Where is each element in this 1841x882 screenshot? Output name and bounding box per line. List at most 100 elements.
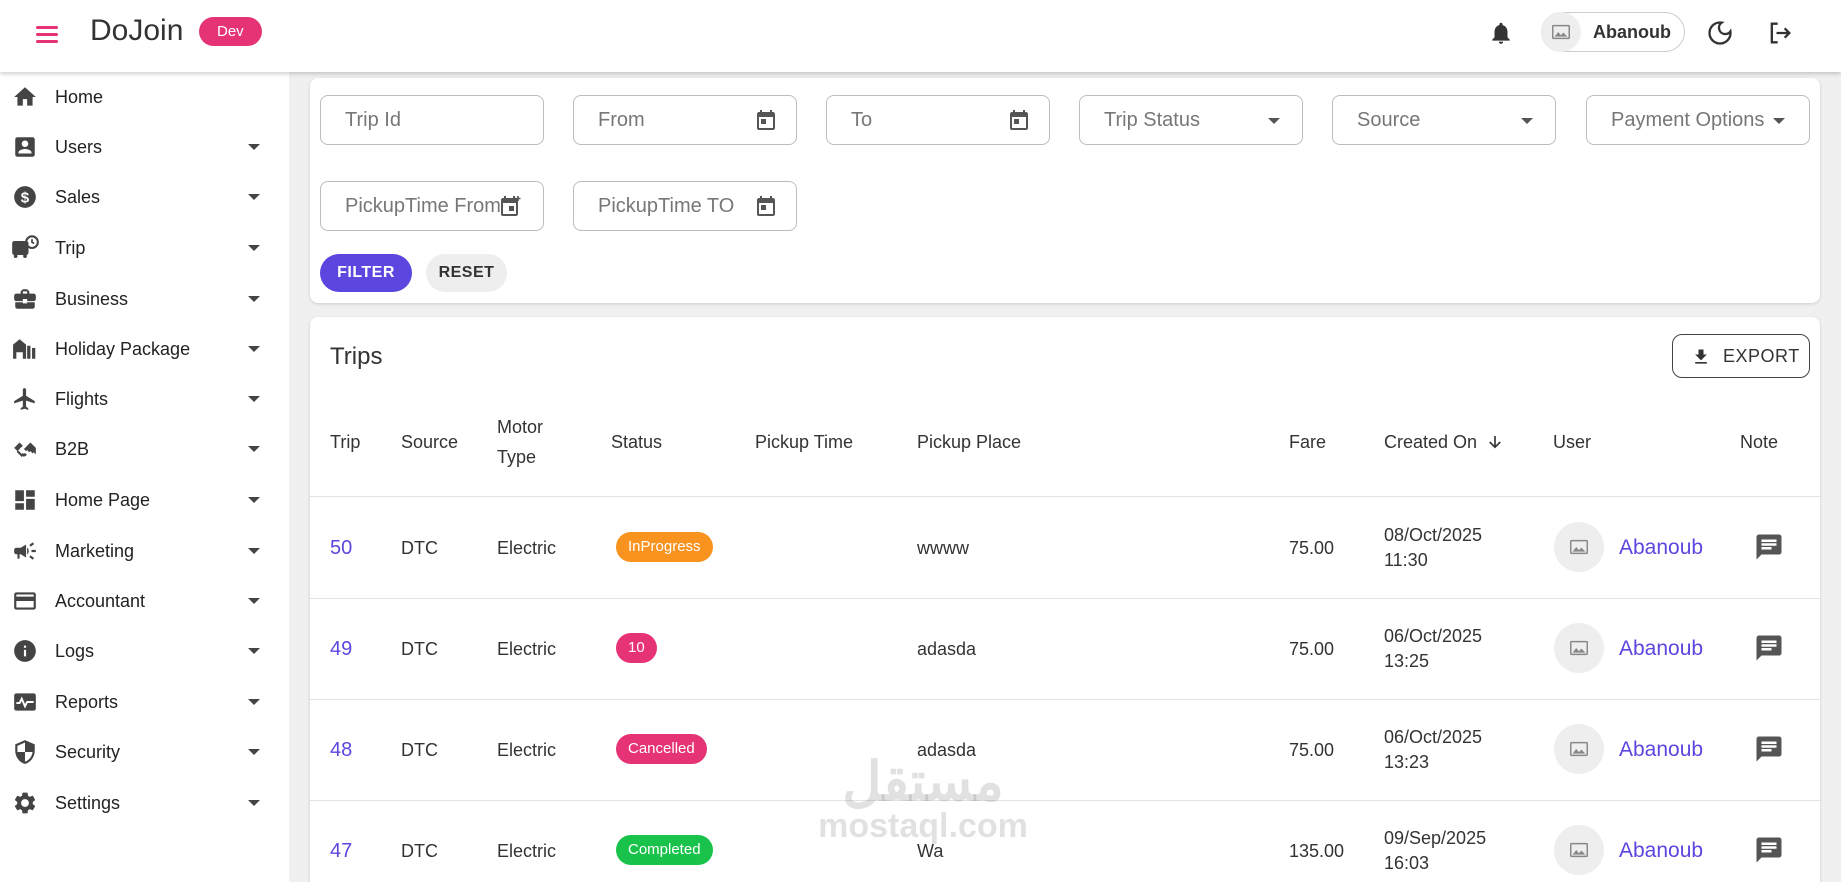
created-date: 08/Oct/2025 <box>1384 525 1483 545</box>
sidebar-item-settings[interactable]: Settings <box>0 781 289 825</box>
trip-id-link[interactable]: 47 <box>330 840 352 863</box>
divider <box>310 598 1820 599</box>
filter-panel: Trip Id From To Trip Status Source Payme… <box>310 78 1820 303</box>
avatar <box>1541 12 1581 52</box>
fare-cell: 75.00 <box>1289 639 1335 659</box>
sidebar-item-logs[interactable]: Logs <box>0 629 289 673</box>
wallet-icon <box>14 592 36 610</box>
bell-icon[interactable] <box>1488 18 1514 48</box>
motor-cell: Electric <box>497 639 557 659</box>
sidebar-item-security[interactable]: Security <box>0 730 289 774</box>
reset-button[interactable]: RESET <box>426 254 507 292</box>
sidebar-item-label: Business <box>55 288 129 309</box>
sidebar-item-marketing[interactable]: Marketing <box>0 529 289 573</box>
col-motor-type-line1: Motor <box>497 417 544 437</box>
pickup-time-to-input[interactable]: PickupTime TO <box>573 181 797 231</box>
to-date-input[interactable]: To <box>826 95 1050 145</box>
avatar <box>1554 825 1604 875</box>
chevron-down-icon <box>1268 118 1280 124</box>
pickup-place-cell: Wa <box>917 841 944 861</box>
moon-icon[interactable] <box>1706 19 1734 47</box>
user-card-icon <box>15 137 35 157</box>
source-cell: DTC <box>401 740 438 760</box>
pickup-time-from-input[interactable]: PickupTime From <box>320 181 544 231</box>
source-cell: DTC <box>401 538 438 558</box>
divider <box>310 800 1820 801</box>
col-source: Source <box>401 432 459 452</box>
trip-id-link[interactable]: 49 <box>330 638 352 661</box>
sidebar-item-business[interactable]: Business <box>0 277 289 321</box>
user-chip[interactable]: Abanoub <box>1541 12 1685 52</box>
calendar-icon[interactable] <box>754 195 778 219</box>
payment-options-placeholder: Payment Options <box>1611 108 1765 131</box>
col-fare: Fare <box>1289 432 1327 452</box>
download-icon <box>1695 349 1707 364</box>
to-placeholder: To <box>851 108 873 131</box>
created-date: 09/Sep/2025 <box>1384 828 1487 848</box>
trip-id-link[interactable]: 50 <box>330 537 352 560</box>
note-icon[interactable] <box>1754 532 1784 562</box>
chevron-down-icon <box>248 245 260 251</box>
chevron-down-icon <box>248 446 260 452</box>
fare-cell: 135.00 <box>1289 841 1345 861</box>
home-icon <box>14 87 36 106</box>
chevron-down-icon <box>248 194 260 200</box>
chevron-down-icon <box>248 396 260 402</box>
export-label: EXPORT <box>1723 345 1800 366</box>
sidebar-item-label: Marketing <box>55 540 135 561</box>
trip-id-input[interactable]: Trip Id <box>320 95 544 145</box>
fare-cell: 75.00 <box>1289 538 1335 558</box>
info-icon <box>14 640 36 662</box>
trip-status-select[interactable]: Trip Status <box>1079 95 1303 145</box>
trip-id-link[interactable]: 48 <box>330 739 352 762</box>
divider <box>310 496 1820 497</box>
user-link[interactable]: Abanoub <box>1619 839 1703 863</box>
filter-button[interactable]: FILTER <box>320 254 412 292</box>
sidebar-item-label: Flights <box>55 388 109 409</box>
from-placeholder: From <box>598 108 645 131</box>
handshake-icon <box>14 442 36 458</box>
bus-clock-icon <box>12 235 39 259</box>
export-button[interactable]: EXPORT <box>1672 334 1810 378</box>
buildings-icon <box>13 339 36 359</box>
calendar-icon[interactable] <box>754 109 778 133</box>
note-icon[interactable] <box>1754 734 1784 764</box>
image-icon <box>1570 640 1588 656</box>
sidebar-item-users[interactable]: Users <box>0 125 289 169</box>
sidebar-item-trip[interactable]: Trip <box>0 226 289 270</box>
sidebar-item-label: B2B <box>55 438 90 459</box>
col-created-on[interactable]: Created On <box>1384 427 1504 457</box>
menu-icon[interactable] <box>36 20 64 48</box>
sidebar-item-sales[interactable]: $ Sales <box>0 175 289 219</box>
sidebar: Home Users $ Sales Trip Business Holiday… <box>0 72 289 882</box>
from-date-input[interactable]: From <box>573 95 797 145</box>
sidebar-item-home[interactable]: Home <box>0 75 289 119</box>
briefcase-icon <box>14 289 36 309</box>
sidebar-item-home-page[interactable]: Home Page <box>0 478 289 522</box>
sidebar-item-reports[interactable]: Reports <box>0 680 289 724</box>
sidebar-item-accountant[interactable]: Accountant <box>0 579 289 623</box>
motor-cell: Electric <box>497 841 557 861</box>
status-badge: 10 <box>616 633 657 663</box>
trip-status-placeholder: Trip Status <box>1104 108 1200 131</box>
calendar-icon[interactable] <box>1007 109 1031 133</box>
note-icon[interactable] <box>1754 633 1784 663</box>
col-user: User <box>1553 432 1592 452</box>
payment-options-select[interactable]: Payment Options <box>1586 95 1810 145</box>
sidebar-item-b2b[interactable]: B2B <box>0 427 289 471</box>
pickup-place-cell: adasda <box>917 740 977 760</box>
calendar-clock-icon[interactable] <box>499 195 523 219</box>
col-pickup-time: Pickup Time <box>755 432 854 452</box>
logout-icon[interactable] <box>1766 19 1794 47</box>
sidebar-item-flights[interactable]: Flights <box>0 377 289 421</box>
avatar <box>1554 724 1604 774</box>
user-link[interactable]: Abanoub <box>1619 738 1703 762</box>
user-link[interactable]: Abanoub <box>1619 637 1703 661</box>
image-icon <box>1552 24 1570 40</box>
col-status: Status <box>611 432 663 452</box>
note-icon[interactable] <box>1754 835 1784 865</box>
sidebar-item-holiday-package[interactable]: Holiday Package <box>0 327 289 371</box>
arrow-down-icon <box>1489 436 1501 449</box>
user-link[interactable]: Abanoub <box>1619 536 1703 560</box>
source-select[interactable]: Source <box>1332 95 1556 145</box>
